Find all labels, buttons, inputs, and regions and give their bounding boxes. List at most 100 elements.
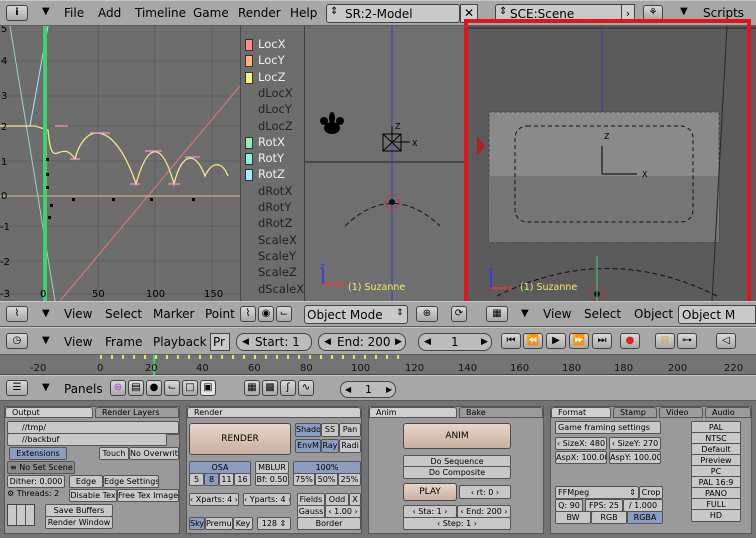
no-set-scene-button[interactable]: ≡ No Set Scene [7,461,75,474]
ipo-editor-type-icon[interactable]: ⌇ [6,306,28,322]
ipo-curve-editor[interactable]: 5 4 3 2 1 0 -1 -2 -3 0 50 100 150 [0,26,240,301]
osa-8-button[interactable]: 8 [204,473,219,486]
channel-label[interactable]: dLocX [258,86,293,100]
channel-color-swatch[interactable] [245,39,253,51]
viewport-right[interactable]: Z X z x (1) Suzanne [466,26,756,301]
layout-grid-icon[interactable] [7,504,35,526]
ipo-menu-select[interactable]: Select [105,307,142,321]
channel-label[interactable]: dRotX [258,184,292,198]
render-window-selector[interactable]: Render Window [45,516,113,529]
screen-delete-button[interactable]: ✕ [460,4,478,23]
channel-label[interactable]: LocY [258,53,285,67]
scene-context-icon[interactable]: ▣ [200,380,216,396]
right-collapse-icon[interactable]: ▼ [521,308,529,319]
panels-label[interactable]: Panels [64,382,103,396]
next-key-icon[interactable]: ⏩ [569,333,589,349]
pivot-icon[interactable]: ⟳ [451,306,467,322]
aspy-field[interactable]: AspY: 100.00 [609,451,661,464]
draw-type-icon[interactable]: ⊕ [416,306,438,322]
preset-hd[interactable]: HD [691,509,741,522]
timeline-menu-playback[interactable]: Playback [153,335,207,349]
script-context-icon[interactable]: ▤ [128,380,144,396]
ipo-tool-icon-2[interactable]: ⌙ [276,306,292,322]
rgb-button[interactable]: RGB [591,511,627,524]
radio-button[interactable]: Radi [339,439,361,453]
sky-button[interactable]: Sky [189,517,205,530]
play-button[interactable]: PLAY [403,483,457,501]
dither-field[interactable]: Dither: 0.000 [7,475,65,488]
channel-label[interactable]: dLocZ [258,119,293,133]
channel-color-swatch[interactable] [245,71,253,84]
info-icon[interactable]: i [6,5,28,21]
channel-label[interactable]: LocZ [258,70,285,84]
ray-button[interactable]: Ray [321,439,339,453]
ipo-curve-graph[interactable] [0,26,240,301]
panel-frame-increment-icon[interactable]: ▶ [386,382,392,397]
rt-field[interactable]: ‹ rt: 0 › [459,485,511,499]
ipo-menu-view[interactable]: View [64,307,92,321]
premul-button[interactable]: Premul [205,517,233,530]
channel-label[interactable]: RotY [258,151,284,165]
jump-end-icon[interactable]: ⏭ [592,333,612,349]
aspx-field[interactable]: AspX: 100.00 [555,451,607,464]
video-tab[interactable]: Video [659,407,703,418]
anim-button[interactable]: ANIM [403,423,511,449]
current-decrement-icon[interactable]: ◀ [424,334,431,350]
backbuf-path-field[interactable]: //backbuf [7,433,167,446]
osa-11-button[interactable]: 11 [219,473,234,486]
bf-field[interactable]: Bf: 0.50 [255,473,289,486]
channel-label[interactable]: dLocY [258,102,292,116]
envmap-button[interactable]: EnvM [295,439,321,453]
ss-button[interactable]: SS [321,423,339,437]
scripts-triangle-icon[interactable]: ▼ [680,6,688,17]
no-overwrite-button[interactable]: No Overwrite [129,447,179,460]
output-tab[interactable]: Output [5,407,93,418]
step-field[interactable]: ‹ Step: 1 › [403,517,511,530]
ipo-collapse-icon[interactable]: ▼ [42,308,50,319]
ipo-menu-point[interactable]: Point [205,307,235,321]
key-icon[interactable]: ⊶ [677,333,697,349]
render-tab[interactable]: Render [187,407,361,418]
free-tex-image-button[interactable]: Free Tex Image [117,489,179,502]
scripts-icon[interactable]: ⚘ [643,5,663,21]
percent-50-button[interactable]: 50% [315,473,338,486]
channel-label[interactable]: dRotZ [258,216,292,230]
yparts-field[interactable]: ‹ Yparts: 4 › [243,493,291,506]
play-icon[interactable]: ▶ [546,333,566,349]
shadow-button[interactable]: Shado [295,423,321,437]
channel-color-swatch[interactable] [245,55,253,68]
channel-label[interactable]: RotZ [258,167,285,181]
clock-icon[interactable]: ◷ [6,333,28,349]
channel-label[interactable]: ScaleX [258,233,297,247]
scene-name[interactable]: SCE:Scene [510,7,574,21]
panel-frame-field[interactable]: ◀ 1 ▶ [340,381,396,398]
menu-file[interactable]: File [64,6,84,20]
bake-tab[interactable]: Bake [459,407,543,418]
timeline-menu-view[interactable]: View [64,335,92,349]
timeline-menu-frame[interactable]: Frame [105,335,142,349]
right-menu-select[interactable]: Select [584,307,621,321]
buttons-window-icon[interactable]: ☰ [6,380,28,396]
channel-label[interactable]: ScaleZ [258,265,297,279]
ipo-menu-marker[interactable]: Marker [153,307,194,321]
sound-buttons-icon[interactable]: ʃ [280,380,296,396]
stamp-tab[interactable]: Stamp [613,407,657,418]
render-layers-tab[interactable]: Render Layers [95,407,179,418]
viewport-left[interactable]: Z X z x (1) Suzanne [304,26,466,301]
object-context-icon[interactable]: ⌙ [164,380,180,396]
timeline-ruler[interactable] [0,355,756,375]
preview-range-button[interactable]: Pr [210,333,230,351]
anim-tab[interactable]: Anim [369,407,457,418]
osa-16-button[interactable]: 16 [234,473,251,486]
scene-browse-button[interactable]: › [621,4,635,23]
end-decrement-icon[interactable]: ◀ [324,334,331,350]
format-tab[interactable]: Format [551,407,611,418]
threads-field[interactable]: ⚙ Threads: 2 [7,489,67,500]
render-button[interactable]: RENDER [189,423,291,455]
audio-icon[interactable]: ◁ [716,333,736,349]
channel-color-swatch[interactable] [245,169,253,182]
extensions-button[interactable]: Extensions [9,447,67,460]
channel-label[interactable]: dRotY [258,200,291,214]
crop-button[interactable]: Crop [639,486,663,499]
right-menu-view[interactable]: View [543,307,571,321]
